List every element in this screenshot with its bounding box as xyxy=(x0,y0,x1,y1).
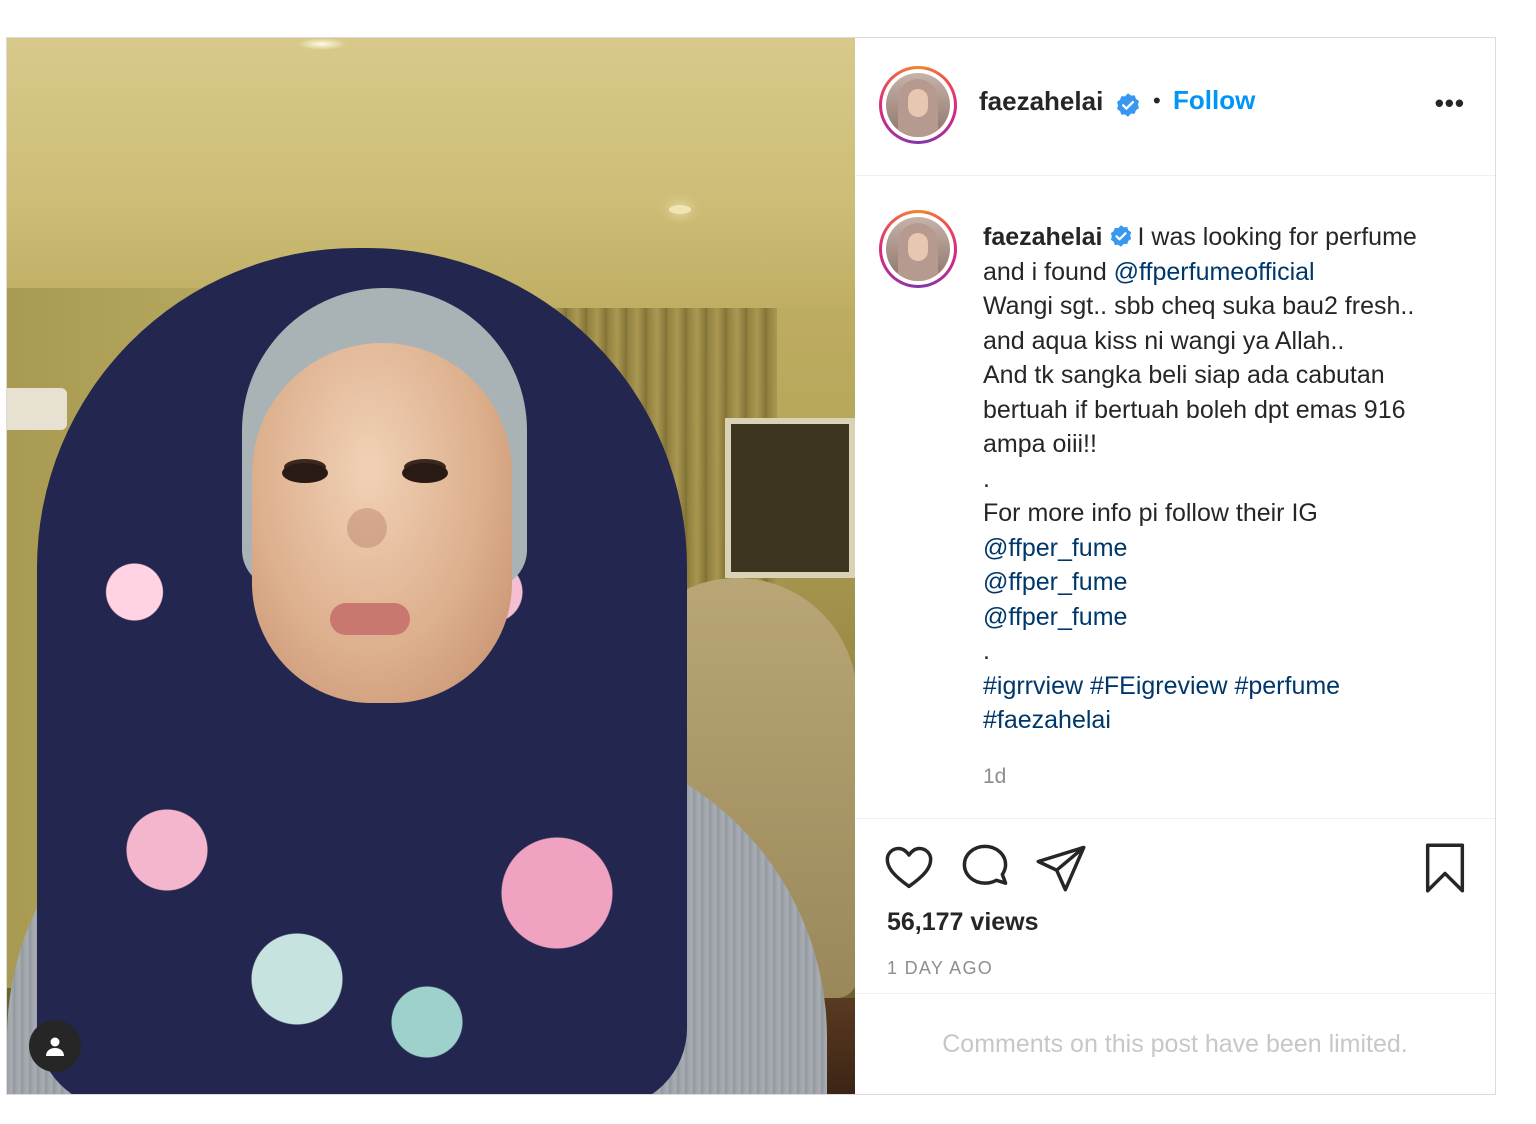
video-person-eye-right xyxy=(402,463,448,483)
post-video[interactable] xyxy=(7,38,855,1094)
hashtag-link[interactable]: #faezahelai xyxy=(983,706,1111,734)
post-date[interactable]: 1 DAY AGO xyxy=(887,958,993,979)
video-person-face xyxy=(252,343,512,703)
caption-username[interactable]: faezahelai xyxy=(983,223,1103,251)
video-spotlight xyxy=(669,205,691,214)
caption-line: And tk sangka beli siap ada cabutan xyxy=(983,361,1385,389)
caption-text: faezahelai I was looking for perfume and… xyxy=(983,220,1483,738)
views-count[interactable]: 56,177 views xyxy=(887,908,1039,937)
user-tag-button[interactable] xyxy=(29,1020,81,1072)
video-shelf xyxy=(725,418,855,578)
avatar xyxy=(886,73,950,137)
video-person-nose xyxy=(347,508,387,548)
instagram-post: faezahelai • Follow ••• faezahelai I was… xyxy=(6,37,1496,1095)
mention-link[interactable]: @ffperfumeofficial xyxy=(1114,258,1315,286)
caption-line: I was looking for perfume xyxy=(1137,223,1417,251)
caption-avatar[interactable] xyxy=(879,210,957,288)
mention-link[interactable]: @ffper_fume xyxy=(983,534,1127,562)
heart-icon[interactable] xyxy=(883,842,935,894)
caption-line: . xyxy=(983,637,990,665)
comment-icon[interactable] xyxy=(959,842,1011,894)
video-ceiling-light xyxy=(297,38,347,50)
verified-badge-icon xyxy=(1117,93,1139,117)
caption-line: Wangi sgt.. sbb cheq suka bau2 fresh.. xyxy=(983,292,1415,320)
header-avatar[interactable] xyxy=(879,66,957,144)
verified-badge-icon xyxy=(1110,225,1131,247)
more-options-button[interactable]: ••• xyxy=(1435,90,1465,116)
caption-line: and aqua kiss ni wangi ya Allah.. xyxy=(983,326,1345,355)
hashtag-links[interactable]: #igrrview #FEigreview #perfume xyxy=(983,672,1340,700)
video-air-conditioner xyxy=(7,388,67,430)
header-username[interactable]: faezahelai xyxy=(979,86,1103,117)
post-side-panel: faezahelai • Follow ••• faezahelai I was… xyxy=(855,38,1495,1094)
comments-limited-notice: Comments on this post have been limited. xyxy=(855,993,1495,1095)
post-header: faezahelai • Follow ••• xyxy=(855,38,1495,176)
mention-link[interactable]: @ffper_fume xyxy=(983,568,1127,596)
comments-limited-text: Comments on this post have been limited. xyxy=(942,1030,1408,1058)
post-actions: 56,177 views 1 DAY AGO xyxy=(855,820,1495,978)
user-tag-icon xyxy=(46,1037,64,1056)
header-separator: • xyxy=(1153,88,1161,113)
caption-line: bertuah if bertuah boleh dpt emas 916 xyxy=(983,395,1406,424)
bookmark-icon[interactable] xyxy=(1419,842,1471,894)
video-person-eye-left xyxy=(282,463,328,483)
share-icon[interactable] xyxy=(1035,842,1087,894)
caption-line: For more info pi follow their IG xyxy=(983,499,1318,527)
caption-timestamp[interactable]: 1d xyxy=(983,765,1006,789)
video-person-lips xyxy=(330,603,410,635)
caption-line: and i found xyxy=(983,257,1114,286)
mention-link[interactable]: @ffper_fume xyxy=(983,603,1127,631)
caption-line: ampa oiii!! xyxy=(983,430,1097,458)
caption-line: . xyxy=(983,464,990,493)
follow-button[interactable]: Follow xyxy=(1173,85,1255,116)
avatar xyxy=(886,217,950,281)
caption-area: faezahelai I was looking for perfume and… xyxy=(855,176,1495,819)
